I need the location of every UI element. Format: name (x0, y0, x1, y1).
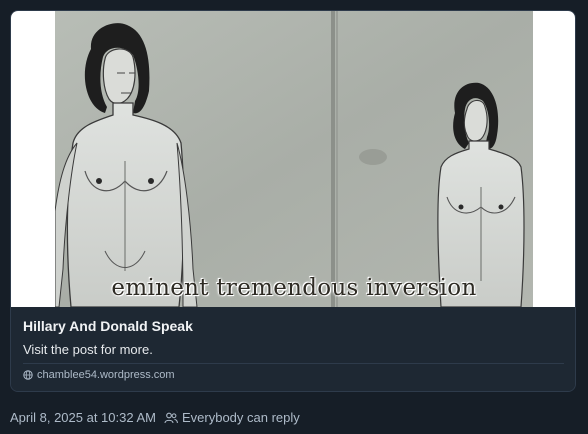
link-preview-image[interactable]: eminent tremendous inversion (11, 11, 575, 307)
link-info[interactable]: Hillary And Donald Speak Visit the post … (11, 307, 575, 391)
link-description: Visit the post for more. (23, 342, 153, 357)
link-title[interactable]: Hillary And Donald Speak (23, 318, 193, 334)
globe-icon (23, 370, 33, 380)
divider (23, 363, 564, 364)
domain-label: chamblee54.wordpress.com (37, 369, 175, 381)
people-icon (164, 412, 178, 423)
link-domain[interactable]: chamblee54.wordpress.com (23, 369, 175, 381)
image-caption-text: eminent tremendous inversion (111, 275, 477, 301)
reply-setting-label: Everybody can reply (181, 410, 300, 425)
mural-image (55, 11, 533, 307)
post-timestamp[interactable]: April 8, 2025 at 10:32 AM (10, 410, 156, 425)
link-preview-card[interactable]: eminent tremendous inversion Hillary And… (10, 10, 576, 392)
post-meta: April 8, 2025 at 10:32 AM Everybody can … (10, 410, 300, 425)
reply-setting[interactable]: Everybody can reply (164, 410, 300, 425)
